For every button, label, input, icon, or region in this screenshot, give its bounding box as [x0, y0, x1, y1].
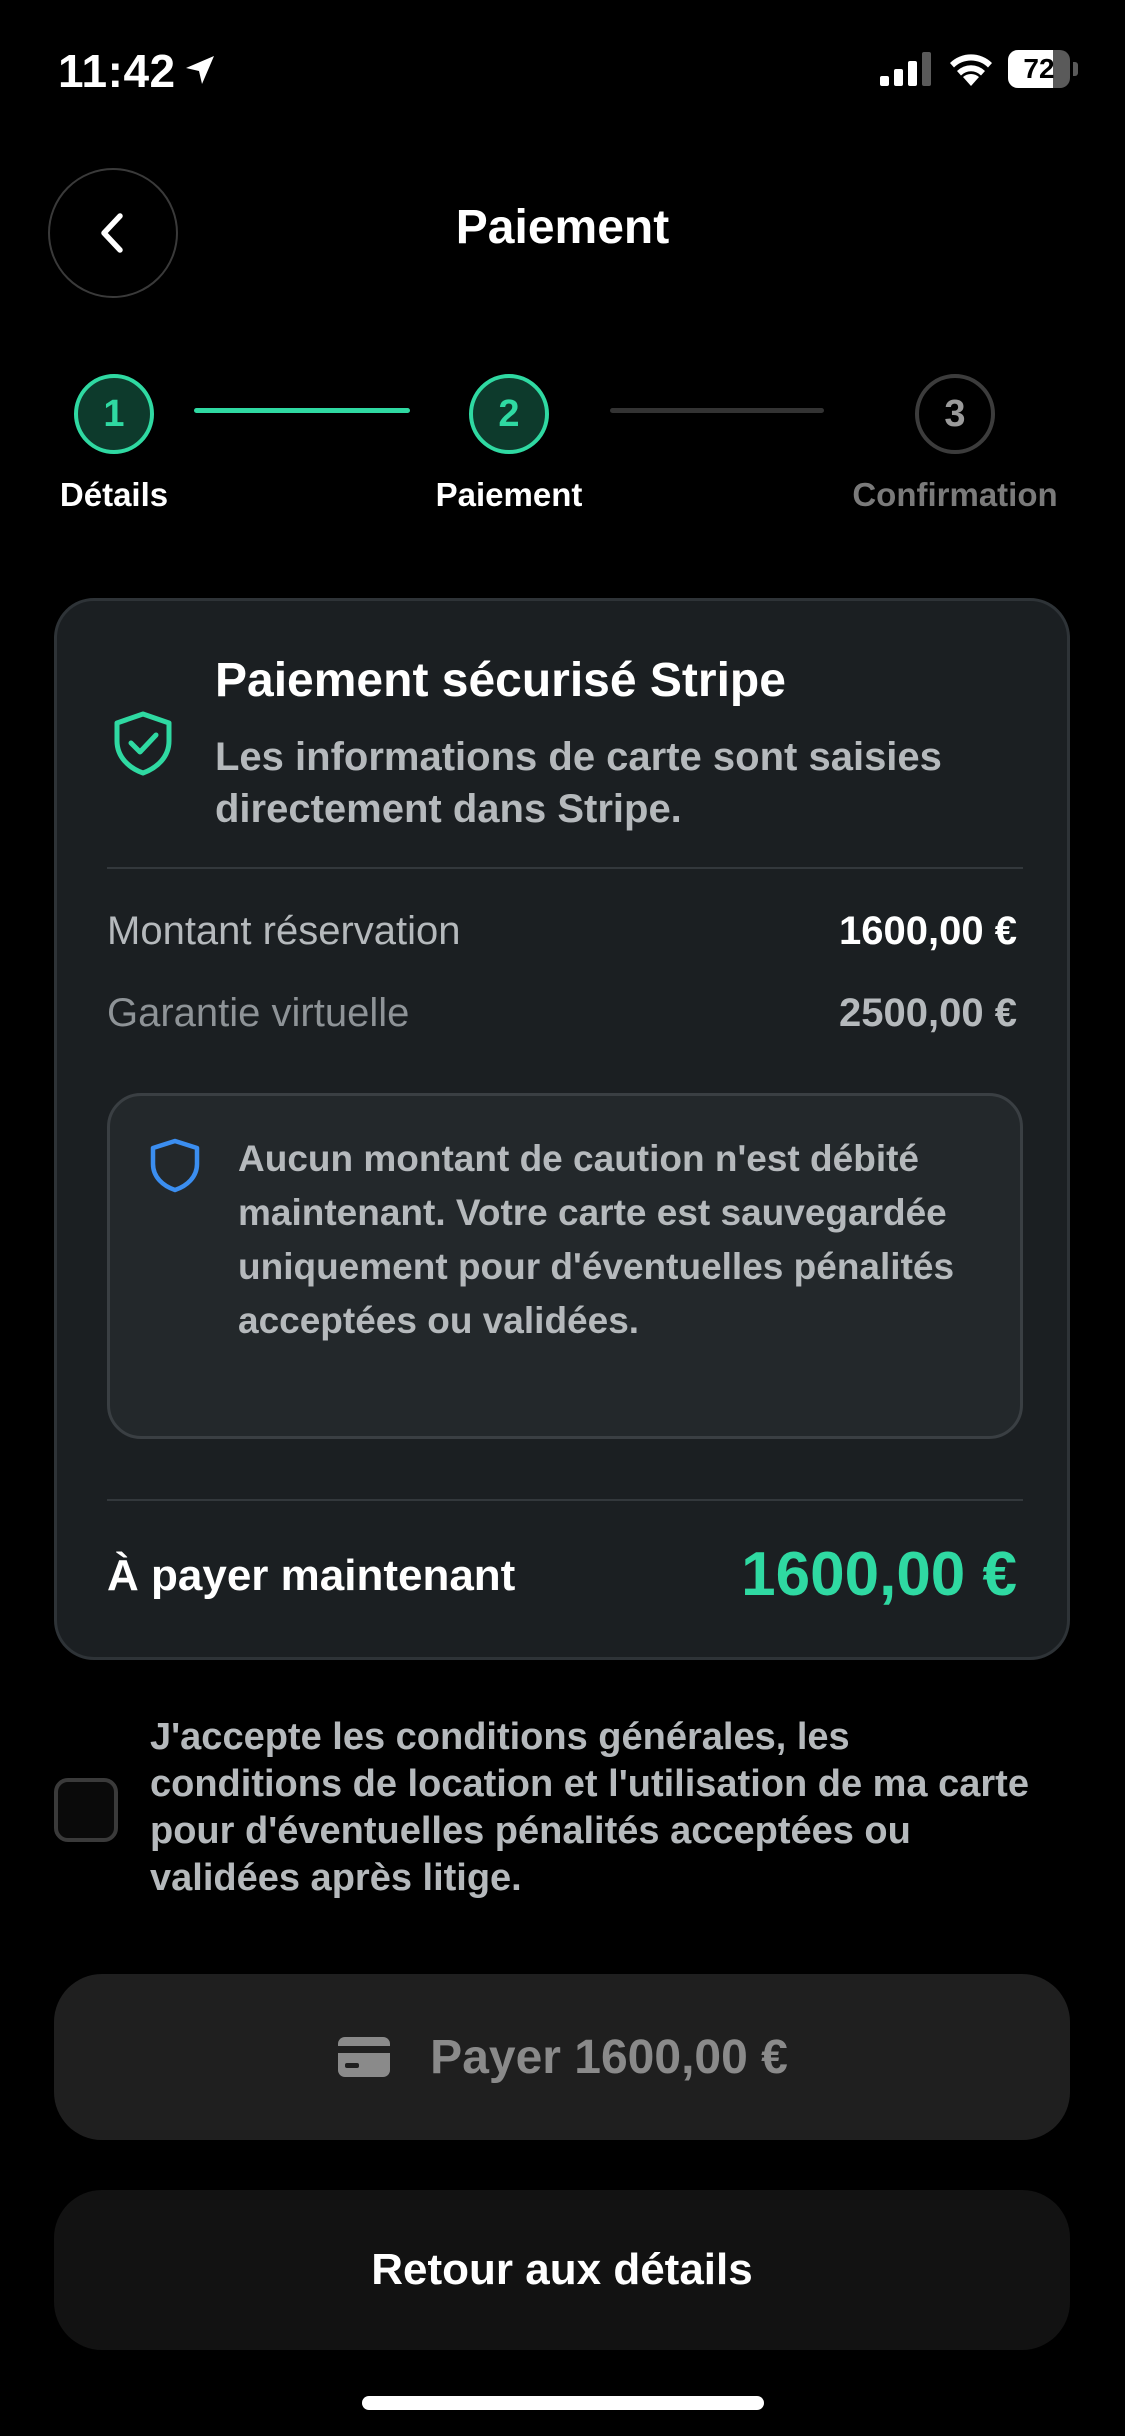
virtual-guarantee-label: Garantie virtuelle	[107, 991, 410, 1035]
amount-due-label: À payer maintenant	[107, 1551, 516, 1600]
terms-text: J'accepte les conditions générales, les …	[150, 1716, 1029, 1899]
status-time: 11:42	[58, 45, 176, 97]
battery-percentage: 72	[1023, 53, 1055, 84]
pay-button-label: Payer 1600,00 €	[430, 2030, 788, 2084]
home-indicator	[362, 2396, 764, 2410]
shield-icon	[150, 1138, 200, 1193]
step-2-label: Paiement	[435, 476, 583, 513]
wifi-icon	[950, 54, 992, 86]
reservation-amount-label: Montant réservation	[107, 909, 461, 953]
terms-checkbox[interactable]	[54, 1778, 118, 1842]
amount-due-value: 1600,00 €	[741, 1540, 1017, 1609]
cellular-signal-icon	[880, 52, 931, 86]
virtual-guarantee-value: 2500,00 €	[839, 991, 1017, 1035]
pay-button[interactable]: Payer 1600,00 €	[54, 1974, 1070, 2140]
step-1-label: Détails	[59, 476, 169, 513]
step-3-circle: 3	[915, 374, 995, 454]
reservation-amount-value: 1600,00 €	[839, 909, 1017, 953]
location-arrow-icon	[186, 56, 214, 84]
status-bar: 11:42 72	[0, 0, 1125, 140]
shield-check-icon	[114, 711, 172, 776]
divider	[107, 867, 1023, 869]
credit-card-icon	[338, 2037, 391, 2077]
deposit-notice: Aucun montant de caution n'est débité ma…	[107, 1093, 1023, 1439]
page-title: Paiement	[455, 201, 670, 254]
card-subtitle: Les informations de carte sont saisies d…	[215, 735, 942, 831]
step-3-label: Confirmation	[852, 476, 1058, 513]
card-title: Paiement sécurisé Stripe	[215, 654, 786, 707]
payment-summary-card: Paiement sécurisé Stripe Les information…	[54, 598, 1070, 1660]
back-to-details-label: Retour aux détails	[371, 2245, 753, 2294]
divider	[107, 1499, 1023, 1501]
step-connector-2	[610, 408, 824, 413]
battery-indicator: 72	[1008, 50, 1078, 88]
step-1-circle: 1	[74, 374, 154, 454]
step-2-circle: 2	[469, 374, 549, 454]
back-to-details-button[interactable]: Retour aux détails	[54, 2190, 1070, 2350]
step-connector-1	[194, 408, 410, 413]
deposit-notice-text: Aucun montant de caution n'est débité ma…	[238, 1138, 955, 1341]
